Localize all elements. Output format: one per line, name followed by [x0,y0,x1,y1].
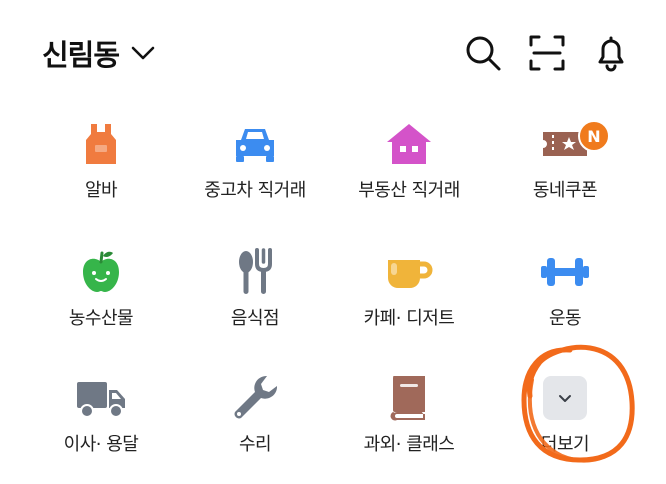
car-icon [229,118,281,170]
category-item-cafe[interactable]: 카페· 디저트 [334,234,484,344]
category-item-produce[interactable]: 농수산물 [26,234,176,344]
chevron-down-icon [129,39,157,67]
category-item-fitness[interactable]: 운동 [490,234,640,344]
new-badge: N [578,120,610,152]
chevron-down-icon [543,376,587,420]
category-item-moving[interactable]: 이사· 용달 [26,360,176,470]
book-icon [383,372,435,424]
location-label: 신림동 [42,38,120,72]
category-item-restaurant[interactable]: 음식점 [180,234,330,344]
category-label: 이사· 용달 [63,434,139,455]
apron-icon [75,118,127,170]
category-label: 농수산물 [68,308,134,329]
location-selector[interactable]: 신림동 [42,30,157,76]
app-header: 신림동 [0,0,666,106]
category-item-alba[interactable]: 알바 [26,106,176,216]
wrench-icon [229,372,281,424]
category-label: 부동산 직거래 [358,180,460,201]
category-item-coupon[interactable]: N 동네쿠폰 [490,106,640,216]
category-label: 중고차 직거래 [204,180,306,201]
category-item-repair[interactable]: 수리 [180,360,330,470]
search-icon[interactable] [464,34,502,72]
category-item-real-estate[interactable]: 부동산 직거래 [334,106,484,216]
more-icon [539,372,591,424]
truck-icon [75,372,127,424]
cup-icon [383,246,435,298]
category-label: 더보기 [540,434,590,455]
utensils-icon [229,246,281,298]
category-item-more[interactable]: 더보기 [490,360,640,470]
category-label: 동네쿠폰 [532,180,598,201]
category-label: 알바 [84,180,118,201]
bell-icon[interactable] [592,34,630,72]
category-label: 과외· 클래스 [363,434,455,455]
category-item-used-car[interactable]: 중고차 직거래 [180,106,330,216]
category-label: 카페· 디저트 [363,308,455,329]
category-grid: 알바 중고차 직거래 부동산 직거래 N 동네쿠폰 농수산물 음식점 카페· 디… [0,106,666,484]
apple-icon [75,246,127,298]
dumbbell-icon [539,246,591,298]
house-icon [383,118,435,170]
category-label: 운동 [548,308,582,329]
category-label: 수리 [238,434,272,455]
category-label: 음식점 [230,308,280,329]
scan-icon[interactable] [528,34,566,72]
category-item-tutoring[interactable]: 과외· 클래스 [334,360,484,470]
